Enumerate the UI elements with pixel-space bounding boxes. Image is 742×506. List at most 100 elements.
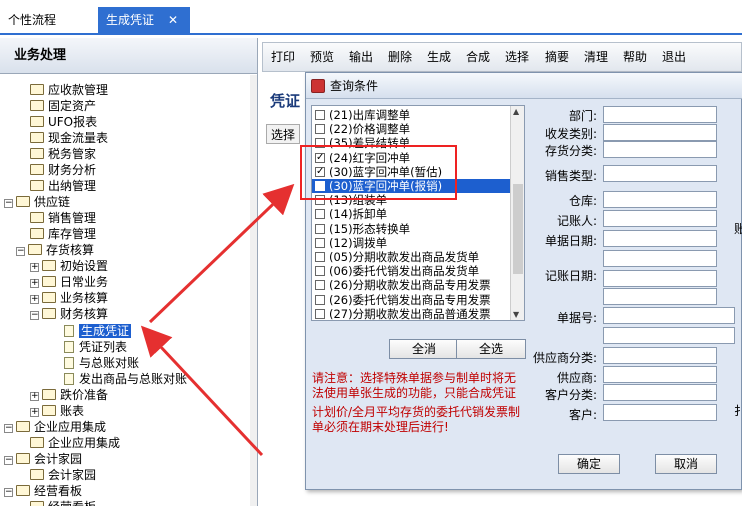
list-item[interactable]: (26)委托代销发出商品专用发票	[312, 293, 510, 307]
expand-icon[interactable]: +	[30, 263, 39, 272]
toolbar-button[interactable]: 帮助	[623, 43, 647, 71]
toolbar-button[interactable]: 打印	[271, 43, 295, 71]
sidebar-item[interactable]: 会计家园	[30, 467, 96, 483]
sidebar-item[interactable]: − 财务核算	[30, 306, 108, 322]
checkbox[interactable]	[315, 294, 325, 305]
close-icon[interactable]: ✕	[168, 7, 178, 33]
list-item[interactable]: (06)委托代销发出商品发货单	[312, 264, 510, 278]
sidebar-item[interactable]: 固定资产	[30, 98, 96, 114]
filter-input[interactable]	[603, 307, 735, 324]
filter-input[interactable]	[603, 141, 717, 158]
checkbox[interactable]	[315, 223, 325, 234]
cancel-button[interactable]: 取消	[655, 454, 717, 474]
filter-input[interactable]	[603, 165, 717, 182]
select-all-button[interactable]: 全选	[456, 339, 526, 359]
checkbox[interactable]	[315, 308, 325, 319]
sidebar-item[interactable]: 经营看板	[30, 499, 96, 506]
toolbar-button[interactable]: 选择	[505, 43, 529, 71]
dialog-titlebar[interactable]: 查询条件	[306, 73, 742, 99]
list-item[interactable]: (30)蓝字回冲单(暂估)	[312, 165, 510, 179]
collapse-icon[interactable]: −	[4, 488, 13, 497]
list-item[interactable]: (30)蓝字回冲单(报销)	[312, 179, 510, 193]
list-item[interactable]: (13)组装单	[312, 193, 510, 207]
filter-input[interactable]	[603, 106, 717, 123]
sidebar-item[interactable]: − 存货核算	[16, 242, 94, 258]
sidebar-item[interactable]: 库存管理	[30, 226, 96, 242]
sidebar-item[interactable]: 与总账对账	[64, 355, 139, 371]
expand-icon[interactable]: +	[30, 392, 39, 401]
collapse-icon[interactable]: −	[4, 456, 13, 465]
checkbox[interactable]	[315, 280, 325, 291]
collapse-icon[interactable]: −	[16, 247, 25, 256]
toolbar-button[interactable]: 预览	[310, 43, 334, 71]
list-item[interactable]: (21)出库调整单	[312, 108, 510, 122]
sidebar-item[interactable]: − 企业应用集成	[4, 419, 106, 435]
list-item[interactable]: (05)分期收款发出商品发货单	[312, 250, 510, 264]
toolbar-button[interactable]: 合成	[466, 43, 490, 71]
expand-icon[interactable]: +	[30, 279, 39, 288]
sidebar-item[interactable]: + 初始设置	[30, 258, 108, 274]
sidebar-item[interactable]: UFO报表	[30, 114, 97, 130]
select-column-header[interactable]: 选择	[266, 124, 300, 144]
scroll-down-icon[interactable]: ▼	[513, 310, 519, 319]
filter-input[interactable]	[603, 250, 717, 267]
filter-input[interactable]	[603, 288, 717, 305]
sidebar-item[interactable]: − 经营看板	[4, 483, 82, 499]
sidebar-item[interactable]: − 供应链	[4, 194, 70, 210]
sidebar-item[interactable]: 企业应用集成	[30, 435, 120, 451]
checkbox-checked[interactable]	[315, 179, 325, 193]
checkbox[interactable]	[315, 124, 325, 135]
filter-input[interactable]	[603, 384, 717, 401]
filter-input[interactable]	[603, 404, 717, 421]
collapse-icon[interactable]: −	[4, 424, 13, 433]
toolbar-button[interactable]: 生成	[427, 43, 451, 71]
filter-input[interactable]	[603, 270, 717, 287]
list-item[interactable]: (12)调拨单	[312, 236, 510, 250]
checkbox[interactable]	[315, 252, 325, 262]
list-item[interactable]: (24)红字回冲单	[312, 151, 510, 165]
checkbox-checked[interactable]	[315, 165, 325, 179]
sidebar-item[interactable]: 发出商品与总账对账	[64, 371, 187, 387]
sidebar-item[interactable]: 税务管家	[30, 146, 96, 162]
filter-input[interactable]	[603, 347, 717, 364]
filter-input[interactable]	[603, 327, 735, 344]
scroll-thumb[interactable]	[513, 184, 523, 274]
sidebar-item[interactable]: − 会计家园	[4, 451, 82, 467]
collapse-icon[interactable]: −	[30, 311, 39, 320]
list-item[interactable]: (22)价格调整单	[312, 122, 510, 136]
checkbox[interactable]	[315, 195, 325, 206]
clear-all-button[interactable]: 全消	[389, 339, 459, 359]
filter-input[interactable]	[603, 210, 717, 227]
expand-icon[interactable]: +	[30, 295, 39, 304]
scroll-up-icon[interactable]: ▲	[513, 107, 519, 116]
tab-generate-voucher[interactable]: 生成凭证 ✕	[98, 7, 190, 33]
toolbar-button[interactable]: 输出	[349, 43, 373, 71]
checkbox[interactable]	[315, 138, 325, 149]
checkbox-checked[interactable]	[315, 151, 325, 165]
list-item[interactable]: (27)分期收款发出商品普通发票	[312, 307, 510, 320]
list-item[interactable]: (26)分期收款发出商品专用发票	[312, 278, 510, 292]
filter-input[interactable]	[603, 191, 717, 208]
list-scrollbar[interactable]: ▲ ▼	[510, 106, 524, 320]
checkbox[interactable]	[315, 209, 325, 220]
list-item[interactable]: (15)形态转换单	[312, 222, 510, 236]
sidebar-item[interactable]: + 跌价准备	[30, 387, 108, 403]
sidebar-item[interactable]: 财务分析	[30, 162, 96, 178]
tab-personal-flow[interactable]: 个性流程	[0, 7, 90, 33]
toolbar-button[interactable]: 退出	[662, 43, 686, 71]
toolbar-button[interactable]: 清理	[584, 43, 608, 71]
sidebar-item[interactable]: + 账表	[30, 403, 84, 419]
sidebar-item[interactable]: 现金流量表	[30, 130, 108, 146]
checkbox[interactable]	[315, 110, 325, 120]
toolbar-button[interactable]: 删除	[388, 43, 412, 71]
sidebar-item[interactable]: 应收款管理	[30, 82, 108, 98]
sidebar-item[interactable]: 销售管理	[30, 210, 96, 226]
toolbar-button[interactable]: 摘要	[545, 43, 569, 71]
sidebar-item[interactable]: + 业务核算	[30, 290, 108, 306]
sidebar-item[interactable]: 出纳管理	[30, 178, 96, 194]
filter-input[interactable]	[603, 124, 717, 141]
sidebar-scrollbar[interactable]	[250, 75, 257, 506]
checkbox[interactable]	[315, 237, 325, 248]
sidebar-item[interactable]: 生成凭证	[64, 323, 132, 339]
ok-button[interactable]: 确定	[558, 454, 620, 474]
